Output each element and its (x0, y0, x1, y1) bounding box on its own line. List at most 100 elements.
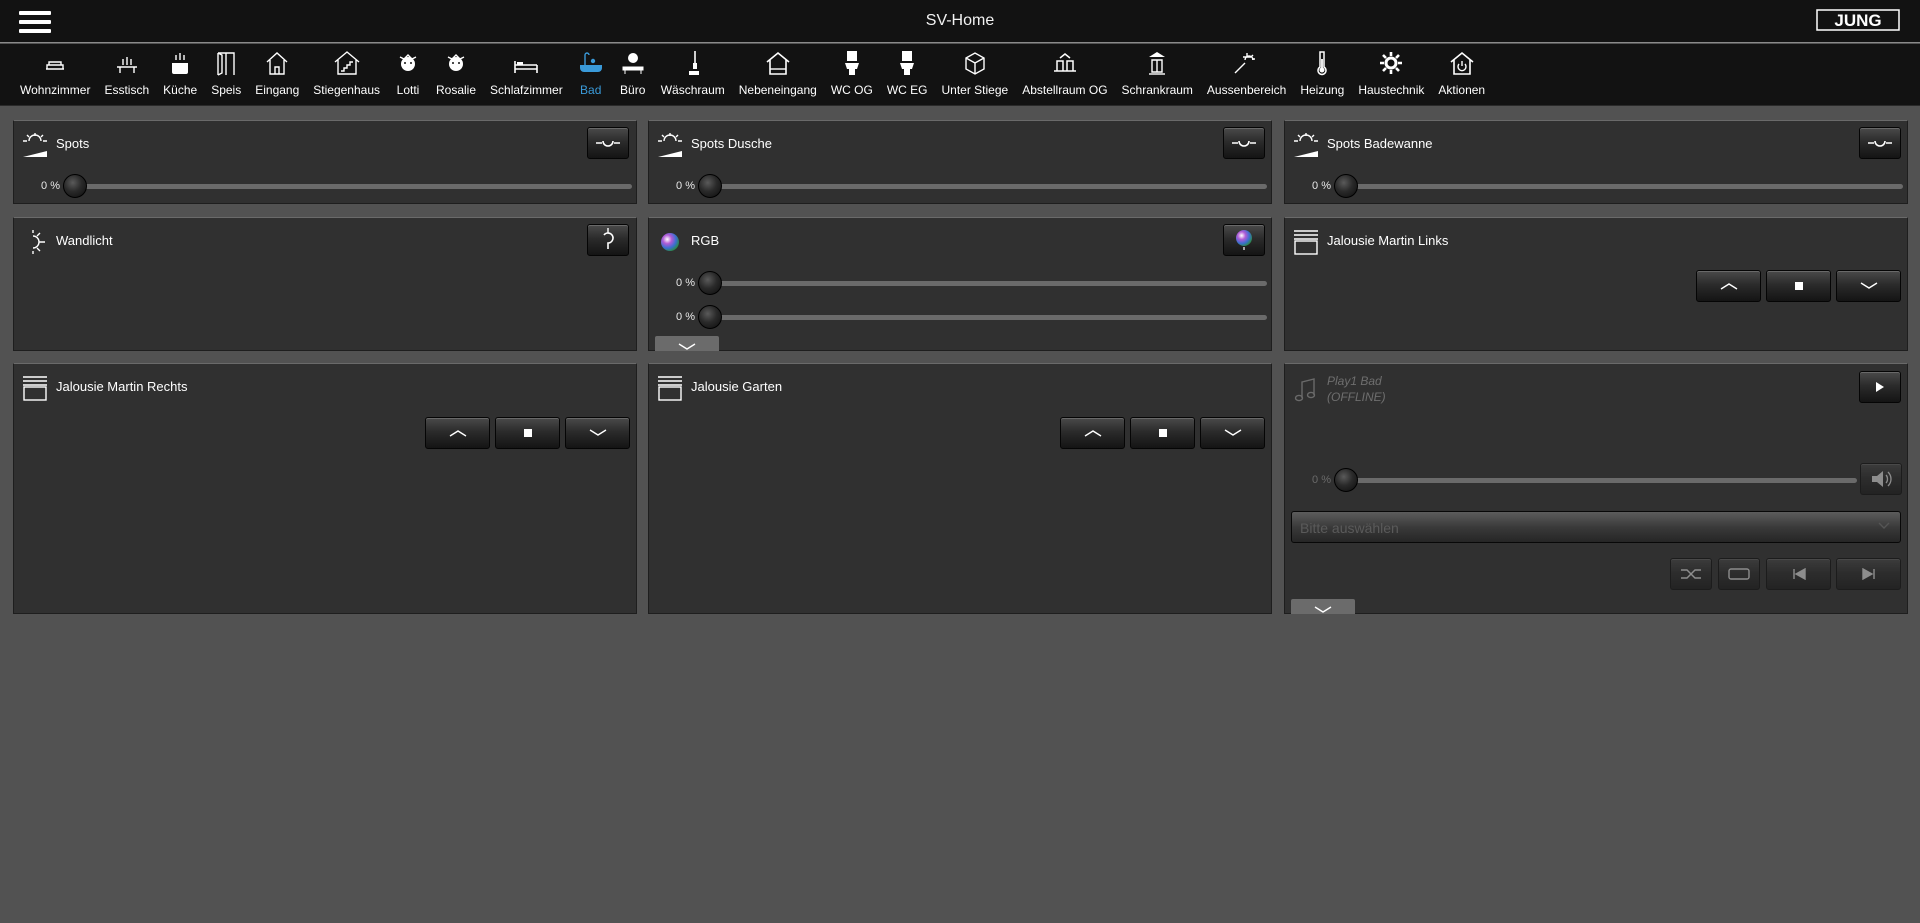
hamburger-menu-icon[interactable] (19, 10, 51, 34)
room-tab-label: Büro (620, 83, 646, 97)
repeat-icon (1728, 568, 1750, 580)
room-tab-lotti[interactable]: Lotti (387, 44, 429, 106)
room-tab-label: Haustechnik (1358, 83, 1425, 97)
widget-spots: Spots 0 % (13, 120, 637, 204)
player-source-select[interactable]: Bitte auswählen (1291, 511, 1901, 543)
wardrobe-icon (1149, 52, 1166, 75)
chevron-down-icon (589, 429, 606, 436)
previous-track-icon (1792, 568, 1806, 580)
rgb-slider2-knob[interactable] (698, 305, 722, 329)
player-volume-track[interactable] (1347, 478, 1857, 483)
room-tab-büro[interactable]: Büro (612, 44, 654, 106)
chevron-up-icon (1084, 430, 1101, 437)
room-tab-schrankraum[interactable]: Schrankraum (1115, 44, 1200, 106)
room-tab-rosalie[interactable]: Rosalie (429, 44, 483, 106)
room-tab-abstellraum-og[interactable]: Abstellraum OG (1015, 44, 1114, 106)
player-volume-text: 0 % (1312, 474, 1331, 486)
jalousie-garten-up-button[interactable] (1060, 417, 1125, 449)
player-shuffle-button[interactable] (1670, 558, 1712, 590)
rgb-slider2-track[interactable] (711, 315, 1267, 320)
jalousie-links-up-button[interactable] (1696, 270, 1761, 302)
room-tab-aussenbereich[interactable]: Aussenbereich (1200, 44, 1293, 106)
player-title: Play1 Bad (OFFLINE) (1327, 373, 1386, 405)
child-face-icon (447, 54, 465, 71)
room-tab-wohnzimmer[interactable]: Wohnzimmer (13, 44, 97, 106)
room-tab-bad[interactable]: Bad (570, 44, 612, 106)
rgb-slider1-track[interactable] (711, 281, 1267, 286)
room-tab-label: Heizung (1300, 83, 1345, 97)
player-repeat-button[interactable] (1718, 558, 1760, 590)
bed-icon (514, 61, 539, 73)
room-tab-label: Schrankraum (1121, 83, 1193, 97)
dining-table-icon (116, 57, 137, 73)
room-tab-wc-og[interactable]: WC OG (824, 44, 880, 106)
room-tab-speis[interactable]: Speis (204, 44, 248, 106)
room-tab-nebeneingang[interactable]: Nebeneingang (732, 44, 824, 106)
jung-logo: JUNG (1816, 9, 1900, 31)
room-tab-label: Wohnzimmer (20, 83, 91, 97)
speaker-icon (1872, 471, 1892, 487)
player-mute-button[interactable] (1860, 463, 1902, 495)
spots-level-text: 0 % (41, 180, 60, 192)
room-tab-esstisch[interactable]: Esstisch (97, 44, 156, 106)
cooking-pot-icon (172, 53, 189, 74)
pantry-door-icon (217, 52, 235, 76)
spots-badewanne-slider-track[interactable] (1347, 184, 1903, 189)
player-expand-button[interactable] (1291, 599, 1355, 614)
chevron-down-icon (1314, 606, 1332, 613)
spots-slider-track[interactable] (76, 184, 632, 189)
spots-dusche-toggle-button[interactable] (1223, 127, 1265, 159)
jalousie-garten-down-button[interactable] (1200, 417, 1265, 449)
spots-toggle-button[interactable] (587, 127, 629, 159)
thermometer-icon (1317, 51, 1328, 76)
dimmer-light-icon (23, 133, 47, 157)
room-tab-schlafzimmer[interactable]: Schlafzimmer (483, 44, 570, 106)
player-previous-button[interactable] (1766, 558, 1831, 590)
chevron-up-icon (449, 430, 466, 437)
staircase-house-icon (334, 51, 360, 75)
room-tab-stiegenhaus[interactable]: Stiegenhaus (306, 44, 387, 106)
room-tab-label: Aussenbereich (1206, 83, 1287, 97)
play-icon (1876, 382, 1884, 392)
jalousie-rechts-stop-button[interactable] (495, 417, 560, 449)
room-tab-wc-eg[interactable]: WC EG (880, 44, 935, 106)
player-volume-knob[interactable] (1334, 468, 1358, 492)
rgb-color-icon (1236, 230, 1252, 250)
player-name: Play1 Bad (1327, 374, 1382, 388)
room-tab-unter-stiege[interactable]: Unter Stiege (934, 44, 1015, 106)
room-tab-aktionen[interactable]: Aktionen (1431, 44, 1492, 106)
spots-dusche-slider-knob[interactable] (698, 174, 722, 198)
stop-icon (523, 429, 532, 437)
spots-badewanne-slider-knob[interactable] (1334, 174, 1358, 198)
jalousie-rechts-up-button[interactable] (425, 417, 490, 449)
widget-title: Spots Badewanne (1327, 136, 1433, 151)
wandlicht-toggle-button[interactable] (587, 224, 629, 256)
spots-dusche-slider-track[interactable] (711, 184, 1267, 189)
child-face-icon (399, 54, 417, 71)
room-tab-heizung[interactable]: Heizung (1293, 44, 1351, 106)
player-next-button[interactable] (1836, 558, 1901, 590)
widget-title: RGB (691, 233, 720, 248)
spots-badewanne-toggle-button[interactable] (1859, 127, 1901, 159)
blinds-icon (1294, 230, 1318, 255)
room-tab-label: Schlafzimmer (490, 83, 563, 97)
gear-icon (1380, 52, 1403, 74)
rgb-slider1-knob[interactable] (698, 271, 722, 295)
wall-light-status-icon (603, 228, 614, 249)
garden-light-icon (1234, 53, 1255, 74)
room-tab-küche[interactable]: Küche (156, 44, 204, 106)
room-tab-label: WC OG (830, 83, 873, 97)
blinds-icon (658, 376, 682, 401)
jalousie-links-stop-button[interactable] (1766, 270, 1831, 302)
jalousie-garten-stop-button[interactable] (1130, 417, 1195, 449)
jalousie-rechts-down-button[interactable] (565, 417, 630, 449)
room-tab-wäschraum[interactable]: Wäschraum (654, 44, 732, 106)
player-play-button[interactable] (1859, 371, 1901, 403)
rgb-expand-button[interactable] (655, 336, 719, 351)
room-tab-haustechnik[interactable]: Haustechnik (1351, 44, 1431, 106)
player-status: (OFFLINE) (1327, 390, 1386, 404)
jalousie-links-down-button[interactable] (1836, 270, 1901, 302)
room-tab-eingang[interactable]: Eingang (248, 44, 306, 106)
spots-slider-knob[interactable] (63, 174, 87, 198)
rgb-toggle-button[interactable] (1223, 224, 1265, 256)
